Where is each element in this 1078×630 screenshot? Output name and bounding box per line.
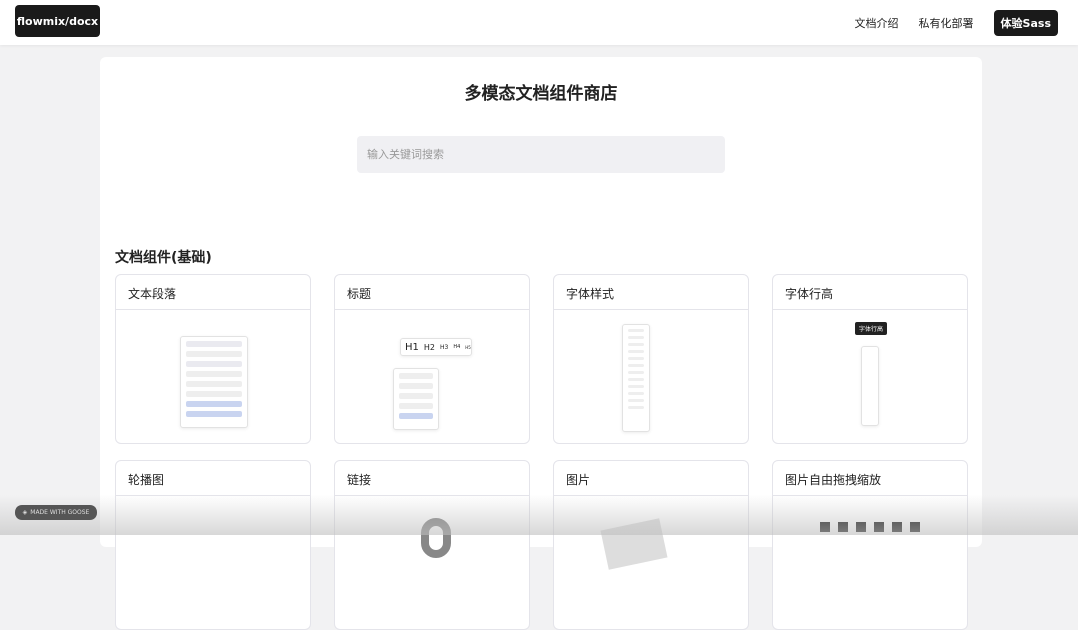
top-bar: flowmix/docx 文档介绍 私有化部署 体验Sass (0, 0, 1078, 45)
nav: 文档介绍 私有化部署 体验Sass (855, 10, 1058, 36)
page-title: 多模态文档组件商店 (464, 84, 618, 104)
made-with-badge[interactable]: ◈ MADE WITH GOOSE (15, 505, 97, 520)
component-card[interactable]: 字体行高 字体行高 (772, 274, 968, 444)
component-card[interactable]: 链接 (334, 460, 530, 630)
card-preview: 字体行高 (773, 310, 967, 443)
heading-h4: H4 (453, 344, 461, 350)
bottom-shadow (0, 495, 1078, 535)
section-title: 文档组件(基础) (115, 250, 212, 266)
card-preview (116, 310, 310, 443)
component-card[interactable]: 轮播图 (115, 460, 311, 630)
nav-private-deploy[interactable]: 私有化部署 (919, 15, 974, 31)
logo[interactable]: flowmix/docx (15, 5, 100, 37)
heading-h3: H3 (440, 343, 449, 351)
heading-h1: H1 (405, 341, 419, 353)
heading-h5: H5 (465, 344, 471, 350)
try-saas-button[interactable]: 体验Sass (993, 10, 1058, 36)
card-title: 图片自由拖拽缩放 (773, 461, 967, 496)
component-card[interactable]: 图片自由拖拽缩放 (772, 460, 968, 630)
card-title: 轮播图 (116, 461, 310, 496)
card-title: 标题 (335, 275, 529, 310)
card-title: 文本段落 (116, 275, 310, 310)
nav-docs-intro[interactable]: 文档介绍 (855, 15, 899, 31)
component-card[interactable]: 标题 H1 H2 H3 H4 H5 (334, 274, 530, 444)
component-card[interactable]: 文本段落 (115, 274, 311, 444)
badge-label: MADE WITH GOOSE (30, 509, 90, 516)
card-title: 图片 (554, 461, 748, 496)
search-input[interactable] (357, 136, 725, 173)
tooltip: 字体行高 (855, 322, 888, 335)
card-preview: H1 H2 H3 H4 H5 (335, 310, 529, 443)
fox-icon: ◈ (22, 509, 28, 516)
card-title: 链接 (335, 461, 529, 496)
store-panel: 多模态文档组件商店 文档组件(基础) 文本段落 标题 H1 H2 H3 H4 H5 字体… (100, 57, 982, 630)
heading-h2: H2 (423, 342, 435, 352)
card-title: 字体行高 (773, 275, 967, 310)
card-title: 字体样式 (554, 275, 748, 310)
card-preview (554, 310, 748, 443)
component-card[interactable]: 字体样式 (553, 274, 749, 444)
component-card[interactable]: 图片 (553, 460, 749, 630)
